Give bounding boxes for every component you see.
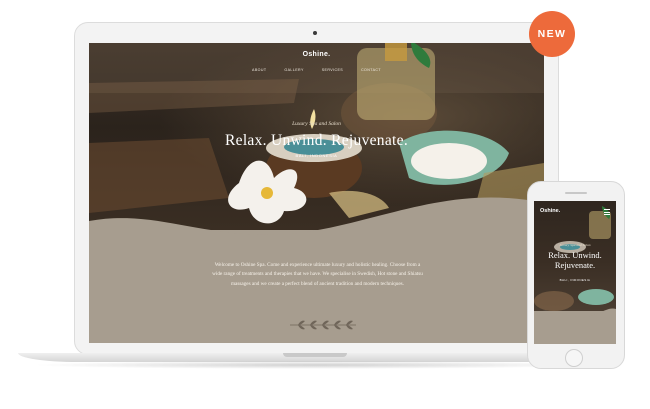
laptop-camera (313, 31, 317, 35)
laptop-notch (283, 353, 347, 357)
phone-home-button[interactable] (565, 349, 583, 367)
phone-wave-divider (534, 308, 616, 344)
phone-screen: Oshine. Luxury Spa and Salon Relax. Unwi… (534, 201, 616, 344)
phone-speaker (565, 192, 587, 194)
laptop-shadow (30, 361, 600, 369)
welcome-text: Welcome to Oshine Spa. Come and experien… (212, 262, 423, 287)
wave-divider (89, 197, 544, 343)
laptop-screen: Oshine. ABOUT GALLERY SERVICES CONTACT L… (89, 43, 544, 343)
leaf-ornament-icon (290, 320, 356, 330)
new-badge: NEW (529, 11, 575, 57)
